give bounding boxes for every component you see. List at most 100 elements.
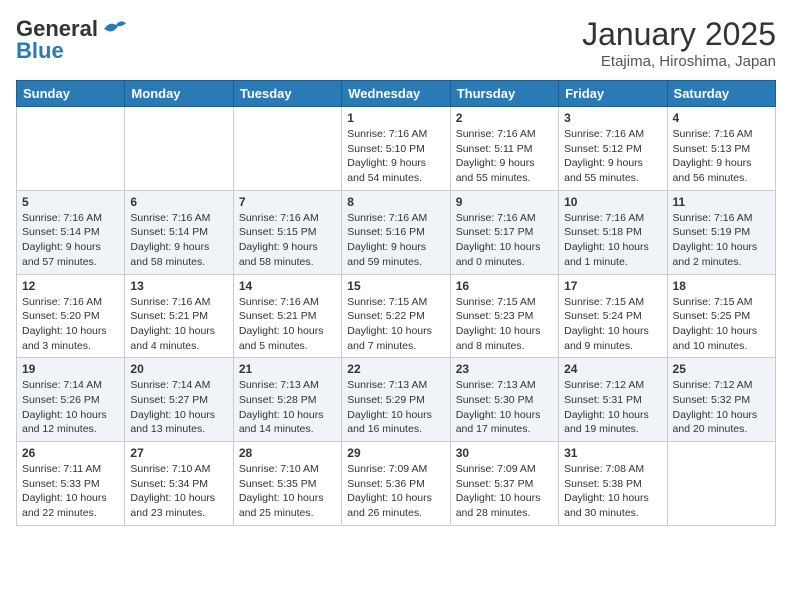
table-row: 27Sunrise: 7:10 AM Sunset: 5:34 PM Dayli… <box>125 442 233 526</box>
day-info: Sunrise: 7:15 AM Sunset: 5:22 PM Dayligh… <box>347 295 444 354</box>
day-info: Sunrise: 7:16 AM Sunset: 5:14 PM Dayligh… <box>22 211 119 270</box>
table-row: 31 Sunrise: 7:08 AM Sunset: 5:38 PM Dayli… <box>559 442 667 526</box>
table-row <box>233 107 341 191</box>
day-info: Sunrise: 7:15 AM Sunset: 5:24 PM Dayligh… <box>564 295 661 354</box>
title-block: January 2025 Etajima, Hiroshima, Japan <box>582 16 776 70</box>
day-info: Sunrise: 7:09 AM Sunset: 5:37 PM Dayligh… <box>456 462 553 521</box>
calendar-week-row: 1 Sunrise: 7:16 AM Sunset: 5:10 PM Daylig… <box>17 107 776 191</box>
table-row: 15 Sunrise: 7:15 AM Sunset: 5:22 PM Dayli… <box>342 274 450 358</box>
day-number: 12 <box>22 279 119 293</box>
day-info: Sunrise: 7:12 AM Sunset: 5:31 PM Dayligh… <box>564 378 661 437</box>
calendar-week-row: 5 Sunrise: 7:16 AM Sunset: 5:14 PM Daylig… <box>17 190 776 274</box>
day-number: 7 <box>239 195 336 209</box>
day-number: 14 <box>239 279 336 293</box>
weekday-header-row: Sunday Monday Tuesday Wednesday Thursday… <box>17 81 776 107</box>
table-row: 14 Sunrise: 7:16 AM Sunset: 5:21 PM Dayli… <box>233 274 341 358</box>
table-row: 22Sunrise: 7:13 AM Sunset: 5:29 PM Dayli… <box>342 358 450 442</box>
header-monday: Monday <box>125 81 233 107</box>
table-row: 16 Sunrise: 7:15 AM Sunset: 5:23 PM Dayli… <box>450 274 558 358</box>
table-row: 29Sunrise: 7:09 AM Sunset: 5:36 PM Dayli… <box>342 442 450 526</box>
calendar-week-row: 26 Sunrise: 7:11 AM Sunset: 5:33 PM Dayli… <box>17 442 776 526</box>
day-number: 25 <box>673 362 770 376</box>
day-number: 16 <box>456 279 553 293</box>
table-row: 28 Sunrise: 7:10 AM Sunset: 5:35 PM Dayli… <box>233 442 341 526</box>
day-info: Sunrise: 7:16 AM Sunset: 5:20 PM Dayligh… <box>22 295 119 354</box>
day-number: 29 <box>347 446 444 460</box>
header-friday: Friday <box>559 81 667 107</box>
day-number: 8 <box>347 195 444 209</box>
day-info: Sunrise: 7:16 AM Sunset: 5:15 PM Dayligh… <box>239 211 336 270</box>
day-number: 24 <box>564 362 661 376</box>
day-number: 5 <box>22 195 119 209</box>
day-number: 2 <box>456 111 553 125</box>
table-row: 21 Sunrise: 7:13 AM Sunset: 5:28 PM Dayli… <box>233 358 341 442</box>
day-number: 17 <box>564 279 661 293</box>
day-info: Sunrise: 7:16 AM Sunset: 5:12 PM Dayligh… <box>564 127 661 186</box>
day-info: Sunrise: 7:16 AM Sunset: 5:17 PM Dayligh… <box>456 211 553 270</box>
logo-bird-icon <box>102 19 128 39</box>
day-number: 18 <box>673 279 770 293</box>
header-wednesday: Wednesday <box>342 81 450 107</box>
table-row: 1 Sunrise: 7:16 AM Sunset: 5:10 PM Daylig… <box>342 107 450 191</box>
table-row: 3 Sunrise: 7:16 AM Sunset: 5:12 PM Daylig… <box>559 107 667 191</box>
table-row: 24 Sunrise: 7:12 AM Sunset: 5:31 PM Dayli… <box>559 358 667 442</box>
day-info: Sunrise: 7:15 AM Sunset: 5:23 PM Dayligh… <box>456 295 553 354</box>
day-info: Sunrise: 7:13 AM Sunset: 5:28 PM Dayligh… <box>239 378 336 437</box>
calendar-title: January 2025 <box>582 16 776 53</box>
calendar-subtitle: Etajima, Hiroshima, Japan <box>582 53 776 70</box>
day-info: Sunrise: 7:16 AM Sunset: 5:11 PM Dayligh… <box>456 127 553 186</box>
day-number: 11 <box>673 195 770 209</box>
day-number: 4 <box>673 111 770 125</box>
table-row: 9 Sunrise: 7:16 AM Sunset: 5:17 PM Daylig… <box>450 190 558 274</box>
day-info: Sunrise: 7:15 AM Sunset: 5:25 PM Dayligh… <box>673 295 770 354</box>
table-row: 7 Sunrise: 7:16 AM Sunset: 5:15 PM Daylig… <box>233 190 341 274</box>
day-number: 26 <box>22 446 119 460</box>
day-info: Sunrise: 7:11 AM Sunset: 5:33 PM Dayligh… <box>22 462 119 521</box>
day-number: 10 <box>564 195 661 209</box>
day-info: Sunrise: 7:16 AM Sunset: 5:21 PM Dayligh… <box>239 295 336 354</box>
header: General Blue January 2025 Etajima, Hiros… <box>16 16 776 70</box>
table-row: 6 Sunrise: 7:16 AM Sunset: 5:14 PM Daylig… <box>125 190 233 274</box>
day-info: Sunrise: 7:10 AM Sunset: 5:35 PM Dayligh… <box>239 462 336 521</box>
table-row: 19Sunrise: 7:14 AM Sunset: 5:26 PM Dayli… <box>17 358 125 442</box>
table-row: 11 Sunrise: 7:16 AM Sunset: 5:19 PM Dayli… <box>667 190 775 274</box>
day-number: 3 <box>564 111 661 125</box>
table-row: 30 Sunrise: 7:09 AM Sunset: 5:37 PM Dayli… <box>450 442 558 526</box>
logo-blue: Blue <box>16 38 64 64</box>
table-row: 17 Sunrise: 7:15 AM Sunset: 5:24 PM Dayli… <box>559 274 667 358</box>
table-row: 10 Sunrise: 7:16 AM Sunset: 5:18 PM Dayli… <box>559 190 667 274</box>
day-number: 6 <box>130 195 227 209</box>
day-number: 9 <box>456 195 553 209</box>
day-number: 31 <box>564 446 661 460</box>
table-row: 13 Sunrise: 7:16 AM Sunset: 5:21 PM Dayli… <box>125 274 233 358</box>
day-number: 21 <box>239 362 336 376</box>
day-info: Sunrise: 7:16 AM Sunset: 5:19 PM Dayligh… <box>673 211 770 270</box>
day-info: Sunrise: 7:14 AM Sunset: 5:27 PM Dayligh… <box>130 378 227 437</box>
day-info: Sunrise: 7:16 AM Sunset: 5:14 PM Dayligh… <box>130 211 227 270</box>
day-info: Sunrise: 7:16 AM Sunset: 5:10 PM Dayligh… <box>347 127 444 186</box>
day-number: 22 <box>347 362 444 376</box>
day-number: 30 <box>456 446 553 460</box>
day-number: 13 <box>130 279 227 293</box>
header-tuesday: Tuesday <box>233 81 341 107</box>
table-row: 18 Sunrise: 7:15 AM Sunset: 5:25 PM Dayli… <box>667 274 775 358</box>
day-info: Sunrise: 7:16 AM Sunset: 5:13 PM Dayligh… <box>673 127 770 186</box>
day-info: Sunrise: 7:16 AM Sunset: 5:21 PM Dayligh… <box>130 295 227 354</box>
table-row <box>125 107 233 191</box>
day-number: 27 <box>130 446 227 460</box>
day-info: Sunrise: 7:14 AM Sunset: 5:26 PM Dayligh… <box>22 378 119 437</box>
day-number: 15 <box>347 279 444 293</box>
day-info: Sunrise: 7:12 AM Sunset: 5:32 PM Dayligh… <box>673 378 770 437</box>
table-row: 4 Sunrise: 7:16 AM Sunset: 5:13 PM Daylig… <box>667 107 775 191</box>
day-number: 20 <box>130 362 227 376</box>
logo: General Blue <box>16 16 128 64</box>
day-info: Sunrise: 7:16 AM Sunset: 5:18 PM Dayligh… <box>564 211 661 270</box>
day-info: Sunrise: 7:08 AM Sunset: 5:38 PM Dayligh… <box>564 462 661 521</box>
table-row: 23Sunrise: 7:13 AM Sunset: 5:30 PM Dayli… <box>450 358 558 442</box>
header-saturday: Saturday <box>667 81 775 107</box>
day-info: Sunrise: 7:13 AM Sunset: 5:30 PM Dayligh… <box>456 378 553 437</box>
table-row <box>667 442 775 526</box>
day-number: 1 <box>347 111 444 125</box>
day-number: 28 <box>239 446 336 460</box>
table-row: 25 Sunrise: 7:12 AM Sunset: 5:32 PM Dayli… <box>667 358 775 442</box>
